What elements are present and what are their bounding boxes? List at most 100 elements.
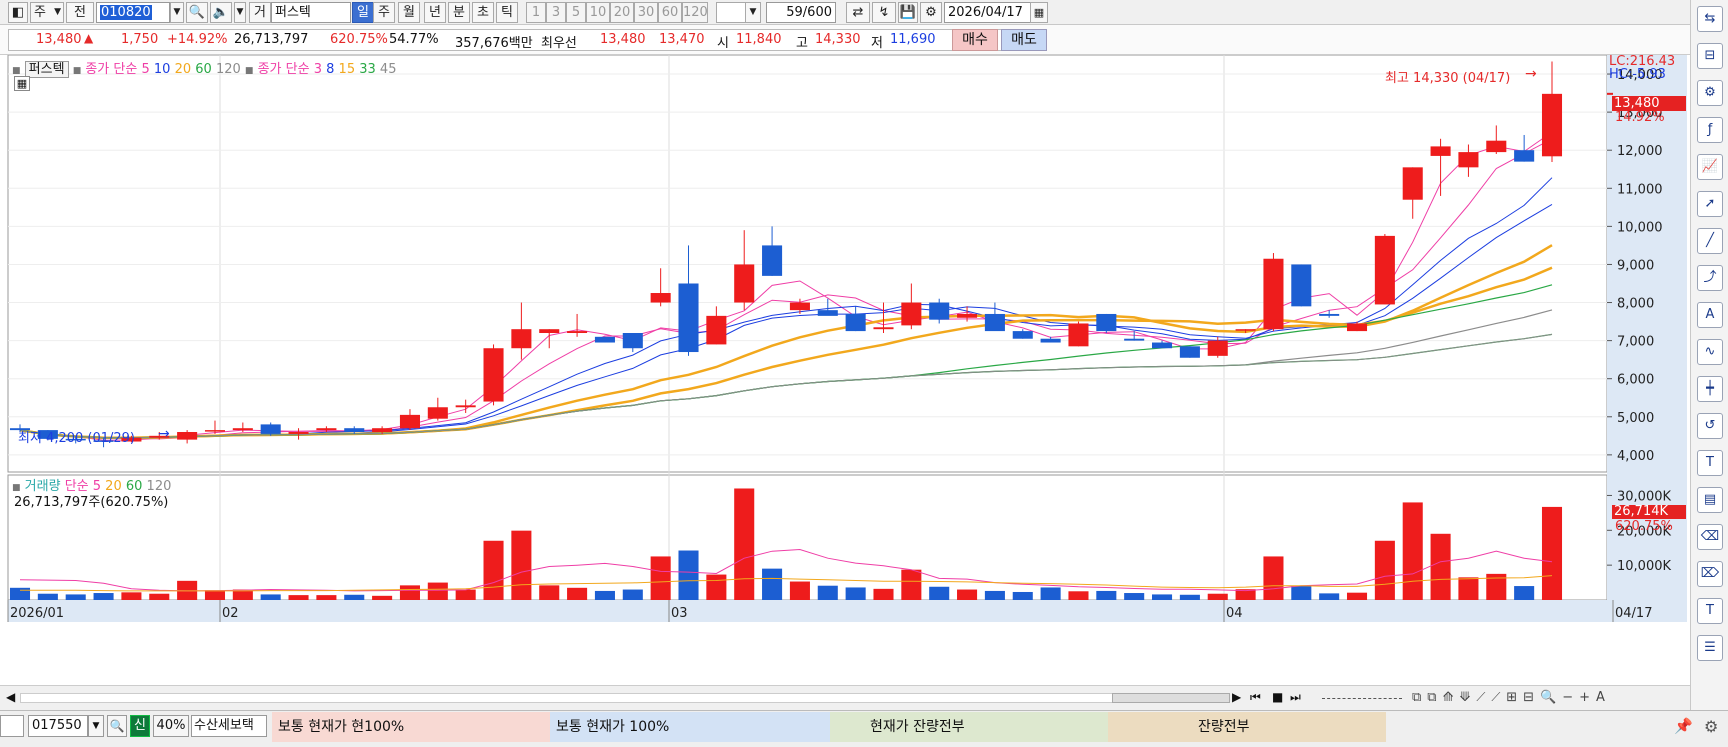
buy-button[interactable]: 매수 [952, 29, 998, 51]
volume-bar [204, 590, 226, 600]
gear-icon[interactable]: ⚙ [1704, 717, 1718, 736]
candle-body [762, 245, 783, 276]
stop-icon[interactable]: ■ [1272, 690, 1283, 704]
pattern-icon[interactable]: ↺ [1697, 413, 1723, 439]
auto-trend-icon[interactable]: A [1697, 302, 1723, 328]
candle-body [1263, 258, 1284, 330]
sell-button[interactable]: 매도 [1001, 29, 1047, 51]
period-tab-0[interactable]: 일 [352, 2, 374, 23]
table-icon[interactable]: ▦ [14, 76, 30, 91]
volume-bar [1179, 594, 1200, 600]
trend-icon[interactable]: ⤴ [1697, 265, 1723, 291]
candle-icon[interactable]: ┿ [1697, 376, 1723, 402]
mode-button[interactable]: 전 [66, 2, 94, 23]
minute-btn-6[interactable]: 60 [658, 2, 682, 23]
period-tab-1[interactable]: 주 [373, 2, 395, 23]
gear-icon[interactable]: ⚙ [920, 2, 942, 23]
last-icon[interactable]: ⏭ [1290, 690, 1301, 705]
order-code-input[interactable]: 017550 [28, 715, 88, 737]
trade-amount: 357,676백만 [455, 36, 533, 51]
period-tab-2[interactable]: 월 [398, 2, 420, 23]
account-field[interactable] [0, 715, 24, 737]
legend-ma2-label[interactable]: 종가 단순 [258, 62, 310, 77]
gear-icon[interactable]: ⚙ [1697, 80, 1723, 106]
pin-icon[interactable]: 📌 [1674, 717, 1693, 735]
first-icon[interactable]: ⏮ [1250, 690, 1261, 705]
minute-btn-4[interactable]: 20 [610, 2, 634, 23]
volume-bar [929, 586, 950, 600]
price-tick-label: 9,000 [1617, 258, 1654, 273]
stock-name-field[interactable]: 퍼스텍 [271, 2, 351, 23]
eraser-all-icon[interactable]: ⌦ [1697, 561, 1723, 587]
minute-btn-3[interactable]: 10 [586, 2, 610, 23]
minute-btn-1[interactable]: 3 [546, 2, 566, 23]
legend-ma1-label[interactable]: 종가 단순 [85, 62, 137, 77]
candle-body [1040, 338, 1061, 343]
chevron-down-icon[interactable]: ▼ [88, 715, 104, 737]
candle-body [567, 331, 588, 333]
candle-body [845, 313, 866, 332]
template-icon[interactable]: T [1697, 598, 1723, 624]
custom-dropdown-icon[interactable]: ▼ [745, 2, 761, 23]
scrollbar-track[interactable] [20, 693, 1230, 703]
code-input[interactable]: 010820 [96, 2, 170, 23]
line-draw-icon[interactable]: ╱ [1697, 228, 1723, 254]
credit-toggle[interactable]: 신 [130, 715, 150, 737]
search-icon[interactable]: 🔍 [186, 2, 208, 23]
chart-area[interactable]: 14,000 13,000 12,000 11,000 10,000 9,000 8,000… [0, 54, 1690, 685]
save-icon[interactable]: 💾 [898, 2, 918, 23]
minute-btn-2[interactable]: 5 [566, 2, 586, 23]
sell-order-panel[interactable]: 보통 현재가 100% [550, 712, 830, 742]
quote-bar: 13,480 ▲ 1,750 +14.92% 26,713,797 620.75… [0, 25, 1690, 55]
legend-ma2-period-8: 8 [326, 62, 335, 77]
scroll-left-icon[interactable]: ◀ [6, 690, 15, 704]
count-input[interactable]: 59/600 [766, 2, 836, 23]
minute-btn-7[interactable]: 120 [682, 2, 708, 23]
scrollbar-thumb[interactable] [1112, 693, 1230, 703]
cancel-order-panel[interactable]: 잔량전부 [1108, 712, 1386, 742]
period-tab-3[interactable]: 년 [424, 2, 446, 23]
modify-order-panel[interactable]: 현재가 잔량전부 [830, 712, 1108, 742]
formula-icon[interactable]: ƒ [1697, 117, 1723, 143]
minute-btn-0[interactable]: 1 [526, 2, 546, 23]
search-icon[interactable]: 🔍 [107, 715, 127, 737]
refresh-icon[interactable]: ⇆ [1697, 6, 1723, 32]
layout-icon[interactable]: ◧ [8, 2, 28, 23]
extra-field[interactable]: 수산세보택 [191, 715, 267, 737]
period-tab-5[interactable]: 초 [472, 2, 494, 23]
volume-bar [845, 587, 866, 600]
date-input[interactable]: 2026/04/17 [944, 2, 1032, 23]
nav-tools[interactable]: ⧉⧉⟰⟱⟋⟋⊞⊟🔍−+A [1412, 690, 1611, 705]
candle-body [984, 313, 1005, 332]
note-icon[interactable]: ▤ [1697, 487, 1723, 513]
period-tab-6[interactable]: 틱 [496, 2, 518, 23]
legend-stock-name[interactable]: 퍼스텍 [24, 61, 69, 78]
eraser-icon[interactable]: ⌫ [1697, 524, 1723, 550]
price-tick-label: 12,000 [1617, 144, 1663, 159]
overlay-icon[interactable]: ↯ [872, 2, 896, 23]
code-dropdown-icon[interactable]: ▼ [170, 2, 184, 23]
split-icon[interactable]: ⊟ [1697, 43, 1723, 69]
compare-icon[interactable]: ⇄ [846, 2, 870, 23]
minute-btn-5[interactable]: 30 [634, 2, 658, 23]
text-icon[interactable]: T [1697, 450, 1723, 476]
volume-bar [650, 556, 671, 600]
ratio-button[interactable]: 40% [153, 715, 189, 737]
speaker-icon[interactable]: 🔈 [210, 2, 232, 23]
buy-order-panel[interactable]: 보통 현재가 현100% [272, 712, 550, 742]
period-tab-4[interactable]: 분 [448, 2, 470, 23]
cursor-icon[interactable]: ➚ [1697, 191, 1723, 217]
market-button[interactable]: 거 [249, 2, 271, 23]
legend-ma2-period-33: 33 [359, 62, 376, 77]
chart-add-icon[interactable]: 📈 [1697, 154, 1723, 180]
play-icon[interactable]: ▶ [1232, 690, 1241, 704]
calendar-icon[interactable]: ▦ [1030, 2, 1048, 23]
zoom-slider[interactable] [1322, 698, 1402, 699]
date-label: 03 [671, 606, 688, 621]
type-select[interactable]: 주 ▼ [30, 2, 64, 23]
zigzag-icon[interactable]: ∿ [1697, 339, 1723, 365]
volume-ratio: 620.75% [330, 32, 388, 47]
order-bar: 017550 ▼ 🔍 신 40% 수산세보택 보통 현재가 현100% 보통 현… [0, 710, 1728, 747]
list-icon[interactable]: ☰ [1697, 635, 1723, 661]
speaker-dropdown-icon[interactable]: ▼ [234, 2, 246, 23]
